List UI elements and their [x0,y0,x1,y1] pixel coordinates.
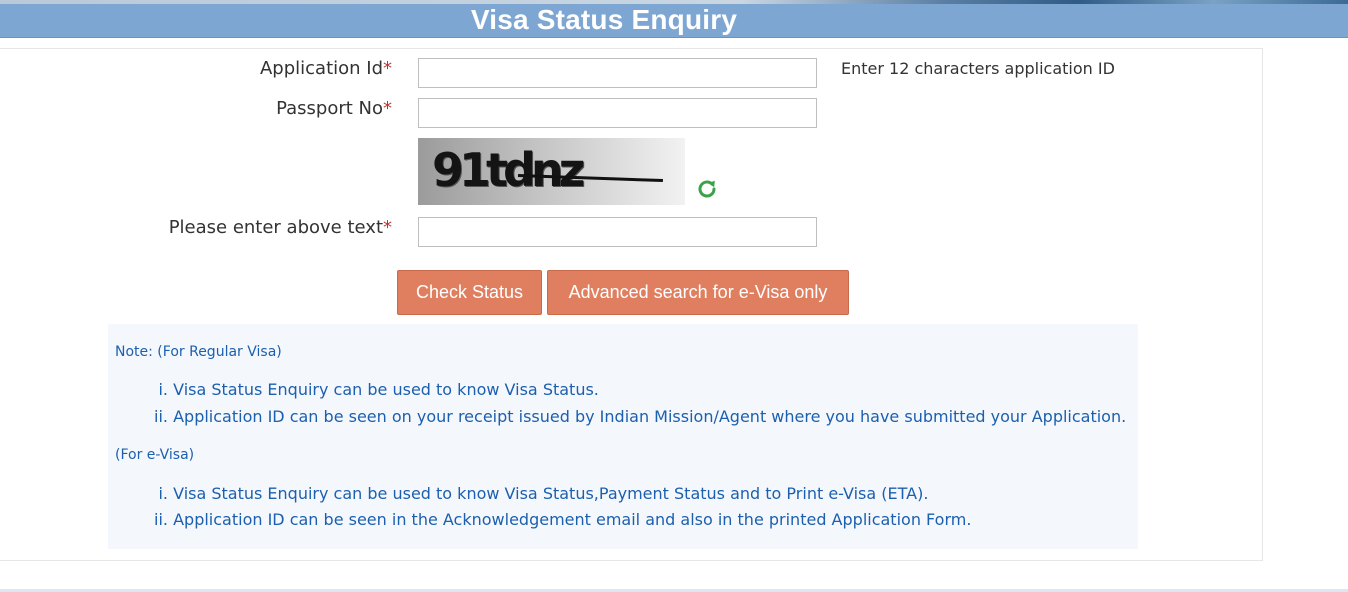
application-id-label-row: Application Id* [0,58,392,82]
passport-no-input[interactable] [418,98,817,128]
list-item-text: Application ID can be seen in the Acknow… [173,510,972,529]
required-mark: * [383,98,392,119]
captcha-image: 91tdnz [418,138,685,205]
application-id-hint: Enter 12 characters application ID [841,59,1115,78]
captcha-text-input[interactable] [418,217,817,247]
passport-no-label: Passport No* [276,98,392,119]
list-item: i. Visa Status Enquiry can be used to kn… [148,484,928,503]
list-item-number: i. [158,380,168,399]
captcha-input-label: Please enter above text* [169,217,392,238]
application-id-input[interactable] [418,58,817,88]
list-item: ii. Application ID can be seen on your r… [148,407,1126,426]
captcha-image-text: 91tdnz [432,143,585,197]
list-item-text: Visa Status Enquiry can be used to know … [173,484,929,503]
regular-visa-note-heading: Note: (For Regular Visa) [115,344,282,360]
list-item: ii. Application ID can be seen in the Ac… [148,510,971,529]
required-mark: * [383,217,392,238]
application-id-label-text: Application Id [259,58,383,79]
refresh-icon[interactable] [695,177,719,201]
page-title: Visa Status Enquiry [470,4,738,35]
passport-no-label-text: Passport No [276,98,383,119]
list-item-number: ii. [154,510,168,529]
evisa-note-heading: (For e-Visa) [115,447,195,463]
application-id-label: Application Id* [260,58,392,79]
list-item: i. Visa Status Enquiry can be used to kn… [148,380,599,399]
list-item-number: ii. [154,407,168,426]
notes-panel: Note: (For Regular Visa) i. Visa Status … [108,324,1138,549]
captcha-input-label-row: Please enter above text* [0,217,392,241]
list-item-text: Application ID can be seen on your recei… [173,407,1127,426]
advanced-search-evisa-button[interactable]: Advanced search for e-Visa only [547,270,849,315]
list-item-text: Visa Status Enquiry can be used to know … [173,380,599,399]
check-status-button[interactable]: Check Status [397,270,542,315]
required-mark: * [383,58,392,79]
captcha-input-label-text: Please enter above text [168,217,383,238]
header-bar: Visa Status Enquiry [0,4,1348,38]
list-item-number: i. [158,484,168,503]
passport-no-label-row: Passport No* [0,98,392,122]
